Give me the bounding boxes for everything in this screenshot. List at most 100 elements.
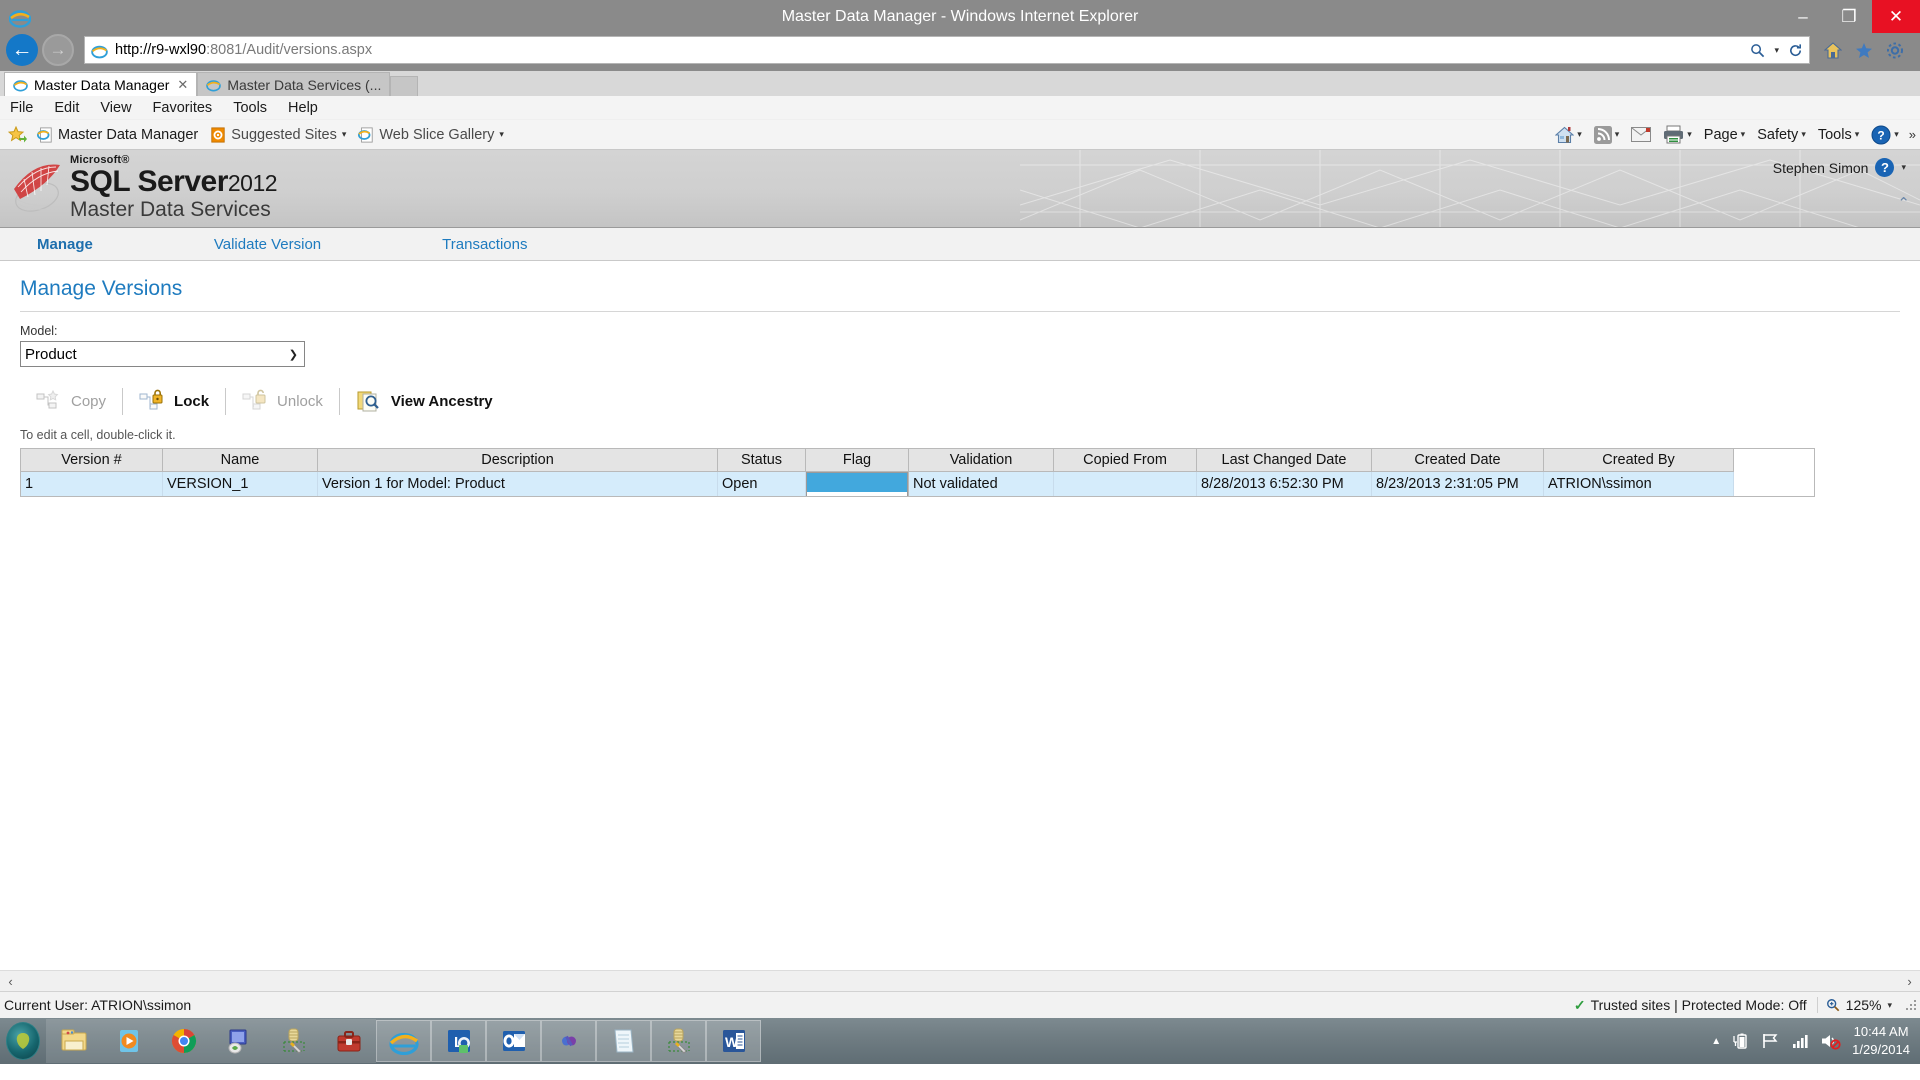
chevron-down-icon[interactable]: ❯ [289, 348, 300, 361]
grid-header-validation[interactable]: Validation [909, 449, 1054, 472]
menu-item-view[interactable]: View [98, 100, 133, 116]
taskbar-internet-explorer[interactable] [376, 1020, 431, 1062]
taskbar-media-player[interactable] [101, 1019, 156, 1063]
cell-copied-from[interactable] [1054, 472, 1197, 496]
command-safety[interactable]: Safety ▾ [1753, 127, 1810, 143]
volume-muted-icon[interactable] [1820, 1032, 1841, 1050]
browser-tab-master-data-manager[interactable]: Master Data Manager ✕ [4, 72, 197, 96]
taskbar-infinity-app[interactable] [541, 1020, 596, 1062]
chevron-down-icon[interactable]: ▾ [1577, 129, 1582, 140]
search-dropdown-caret-icon[interactable]: ▾ [1774, 45, 1779, 56]
cell-description[interactable]: Version 1 for Model: Product [318, 472, 718, 496]
lock-version-button[interactable]: Lock [123, 389, 225, 413]
back-button[interactable]: ← [6, 34, 38, 66]
nav-tab-manage[interactable]: Manage [23, 236, 107, 253]
menu-item-help[interactable]: Help [286, 100, 320, 116]
grid-header-description[interactable]: Description [318, 449, 718, 472]
flag-selected-value[interactable] [807, 473, 907, 492]
chevron-down-icon[interactable]: ▾ [342, 129, 347, 140]
menu-item-file[interactable]: File [8, 100, 35, 116]
chevron-down-icon[interactable]: ▾ [1801, 129, 1806, 140]
battery-icon[interactable] [1732, 1032, 1750, 1050]
cell-created-by[interactable]: ATRION\ssimon [1544, 472, 1734, 496]
taskbar-lync[interactable]: L [431, 1020, 486, 1062]
browser-tab-master-data-services[interactable]: Master Data Services (... [197, 72, 390, 96]
cell-created-date[interactable]: 8/23/2013 2:31:05 PM [1372, 472, 1544, 496]
chevron-down-icon[interactable]: ▾ [1741, 129, 1746, 140]
chevron-down-icon[interactable]: ▾ [1887, 1000, 1892, 1011]
chevron-down-icon[interactable]: ▾ [1687, 129, 1692, 140]
grid-header-version[interactable]: Version # [21, 449, 163, 472]
grid-header-flag[interactable]: Flag [806, 449, 909, 472]
restore-button[interactable]: ❐ [1826, 0, 1872, 33]
scroll-right-button[interactable]: › [1899, 971, 1920, 992]
chevron-down-icon[interactable]: ▾ [1894, 129, 1899, 140]
menu-item-edit[interactable]: Edit [52, 100, 81, 116]
grid-header-created-date[interactable]: Created Date [1372, 449, 1544, 472]
menu-item-favorites[interactable]: Favorites [151, 100, 215, 116]
favorite-master-data-manager[interactable]: Master Data Manager [31, 127, 204, 143]
url-input[interactable]: http://r9-wxl90:8081/Audit/versions.aspx… [84, 36, 1810, 64]
collapse-banner-chevron-up-icon[interactable]: ⌃ [1897, 194, 1910, 212]
grid-header-name[interactable]: Name [163, 449, 318, 472]
favorites-star-icon[interactable] [1855, 42, 1873, 59]
grid-header-created-by[interactable]: Created By [1544, 449, 1734, 472]
grid-header-status[interactable]: Status [718, 449, 806, 472]
scroll-left-button[interactable]: ‹ [0, 971, 21, 992]
cell-last-changed-date[interactable]: 8/28/2013 6:52:30 PM [1197, 472, 1372, 496]
signal-icon[interactable] [1791, 1032, 1809, 1050]
favorite-web-slice-gallery[interactable]: Web Slice Gallery ▾ [352, 127, 510, 143]
taskbar-word[interactable]: W [706, 1020, 761, 1062]
cell-validation[interactable]: Not validated [909, 472, 1054, 496]
resize-grip-icon[interactable] [1904, 998, 1918, 1012]
taskbar-chrome[interactable] [156, 1019, 211, 1063]
cell-name[interactable]: VERSION_1 [163, 472, 318, 496]
taskbar-outlook[interactable] [486, 1020, 541, 1062]
flag-option-current[interactable]: Current [807, 492, 907, 496]
taskbar-remote-desktop[interactable] [211, 1019, 266, 1063]
taskbar-ssms-running[interactable] [651, 1020, 706, 1062]
model-select[interactable]: Product ❯ [20, 341, 305, 367]
chevron-down-icon[interactable]: ▾ [1615, 129, 1620, 140]
network-flag-icon[interactable] [1761, 1032, 1780, 1050]
show-hidden-icons-button[interactable]: ▲ [1711, 1036, 1721, 1047]
command-home[interactable]: ▾ [1551, 126, 1586, 144]
taskbar-file-explorer[interactable] [46, 1019, 101, 1063]
tools-gear-icon[interactable] [1886, 42, 1904, 59]
help-dropdown-caret-icon[interactable]: ▾ [1901, 162, 1906, 173]
command-help[interactable]: ? ▾ [1867, 125, 1903, 145]
command-tools[interactable]: Tools ▾ [1814, 127, 1863, 143]
grid-header-last-changed-date[interactable]: Last Changed Date [1197, 449, 1372, 472]
command-read-mail[interactable] [1627, 127, 1655, 142]
help-icon[interactable]: ? [1875, 158, 1894, 177]
minimize-button[interactable]: – [1780, 0, 1826, 33]
close-button[interactable]: ✕ [1872, 0, 1920, 33]
nav-tab-validate-version[interactable]: Validate Version [200, 236, 335, 253]
command-print[interactable]: ▾ [1659, 125, 1696, 144]
menu-item-tools[interactable]: Tools [231, 100, 269, 116]
add-to-favorites-icon[interactable] [8, 126, 27, 144]
cell-status[interactable]: Open [718, 472, 806, 496]
copy-version-button[interactable]: Copy [20, 389, 122, 413]
command-overflow-icon[interactable]: » [1907, 127, 1916, 142]
zoom-control[interactable]: 125% ▾ [1817, 997, 1900, 1013]
taskbar-toolkit[interactable] [321, 1019, 376, 1063]
cell-flag[interactable]: Current [806, 472, 909, 496]
forward-button[interactable]: → [42, 34, 74, 66]
home-icon[interactable] [1824, 42, 1842, 59]
cell-version[interactable]: 1 [21, 472, 163, 496]
chevron-down-icon[interactable]: ▾ [499, 129, 504, 140]
favorite-suggested-sites[interactable]: Suggested Sites ▾ [204, 127, 352, 143]
taskbar-ssms[interactable] [266, 1019, 321, 1063]
view-ancestry-button[interactable]: View Ancestry [340, 389, 509, 413]
taskbar-notepad[interactable] [596, 1020, 651, 1062]
refresh-icon[interactable] [1788, 43, 1803, 58]
command-page[interactable]: Page ▾ [1700, 127, 1749, 143]
search-icon[interactable] [1750, 43, 1765, 58]
table-row[interactable]: 1 VERSION_1 Version 1 for Model: Product… [21, 472, 1814, 496]
scrollbar-track[interactable] [21, 971, 1899, 992]
nav-tab-transactions[interactable]: Transactions [428, 236, 541, 253]
chevron-down-icon[interactable]: ▾ [1855, 129, 1860, 140]
unlock-version-button[interactable]: Unlock [226, 389, 339, 413]
command-feeds[interactable]: ▾ [1590, 126, 1624, 144]
